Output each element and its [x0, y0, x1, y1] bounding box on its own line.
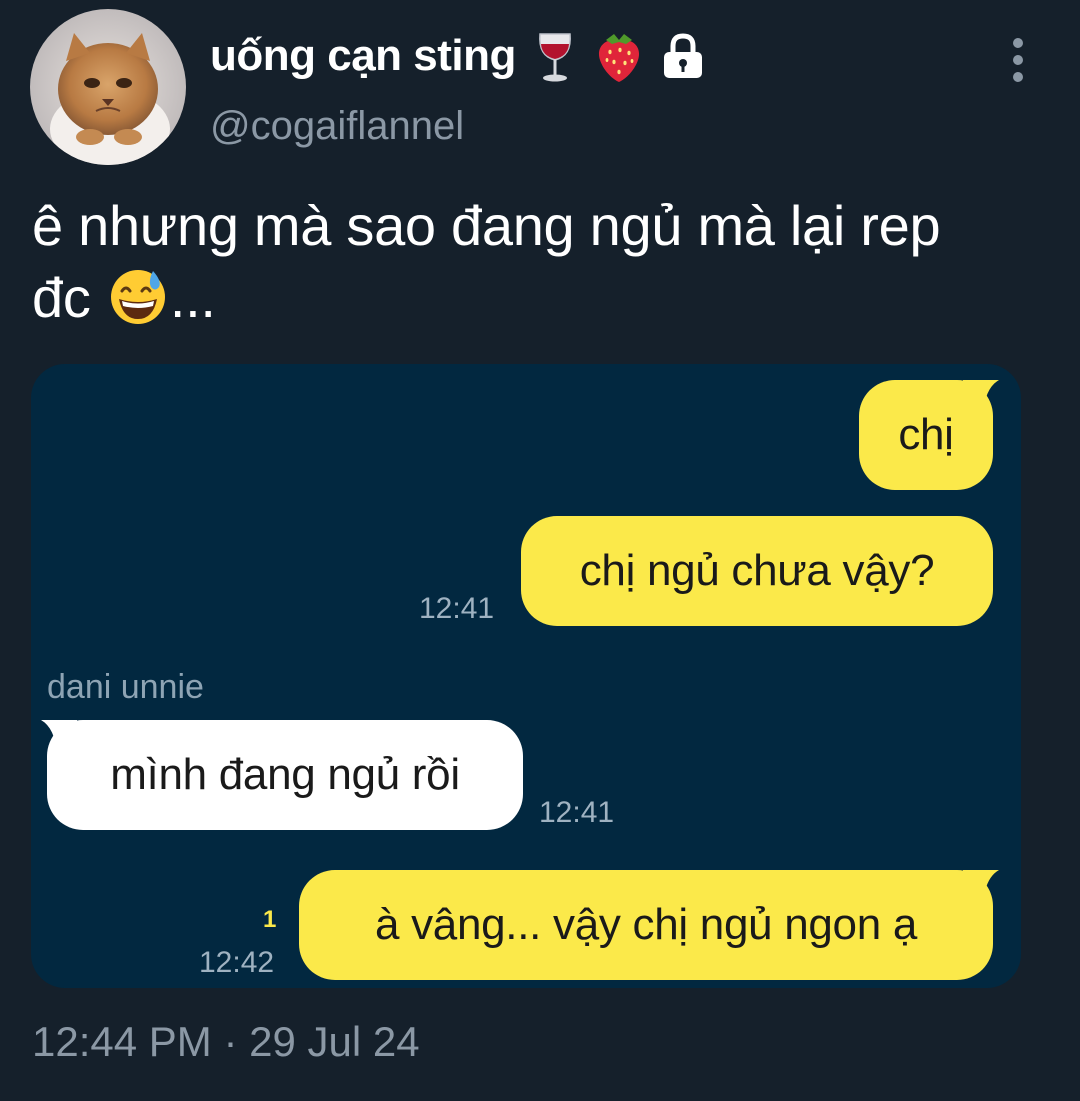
- tweet-date: 29 Jul 24: [249, 1018, 420, 1065]
- tweet-text-line-2-start: đc: [32, 266, 91, 329]
- bubble-tail: [963, 870, 999, 904]
- incoming-message-bubble: mình đang ngủ rồi: [47, 720, 523, 830]
- avatar[interactable]: [30, 9, 186, 165]
- outgoing-message-bubble: chị ngủ chưa vậy?: [521, 516, 993, 626]
- grinning-sweat-emoji-icon: [110, 270, 165, 324]
- message-text: à vâng... vậy chị ngủ ngon ạ: [375, 900, 917, 949]
- message-time: 12:42: [199, 946, 275, 979]
- display-name[interactable]: uống cạn sting: [210, 24, 708, 88]
- tweet-text-line-2-end: ...: [169, 266, 216, 329]
- more-dot: [1013, 72, 1023, 82]
- wine-glass-icon: [538, 33, 571, 82]
- strawberry-icon: [598, 34, 639, 82]
- tweet-timestamp[interactable]: 12:44 PM · 29 Jul 24: [32, 1018, 420, 1066]
- tweet-media-chat-screenshot[interactable]: chị chị ngủ chưa vậy? 12:41 dani unnie m…: [31, 364, 1021, 988]
- outgoing-message-bubble: à vâng... vậy chị ngủ ngon ạ: [299, 870, 993, 980]
- bubble-tail: [41, 720, 77, 754]
- more-dot: [1013, 55, 1023, 65]
- sender-name: dani unnie: [47, 668, 204, 706]
- bubble-tail: [963, 380, 999, 414]
- message-time: 12:41: [419, 592, 495, 625]
- more-options-button[interactable]: [998, 38, 1038, 82]
- more-dot: [1013, 38, 1023, 48]
- date-separator: ·: [223, 1018, 238, 1065]
- tweet-text: ê nhưng mà sao đang ngủ mà lại rep đc ..…: [32, 190, 1042, 334]
- lock-icon: [663, 33, 702, 78]
- cat-avatar-image: [30, 9, 186, 165]
- tweet-time: 12:44 PM: [32, 1018, 212, 1065]
- message-time: 12:41: [539, 796, 615, 829]
- message-text: mình đang ngủ rồi: [110, 750, 460, 799]
- user-handle[interactable]: @cogaiflannel: [210, 104, 464, 149]
- tweet-text-line-1: ê nhưng mà sao đang ngủ mà lại rep: [32, 194, 941, 257]
- message-text: chị ngủ chưa vậy?: [579, 546, 935, 595]
- message-text: chị: [898, 410, 954, 459]
- read-count: 1: [263, 906, 277, 933]
- display-name-text: uống cạn sting: [210, 31, 516, 80]
